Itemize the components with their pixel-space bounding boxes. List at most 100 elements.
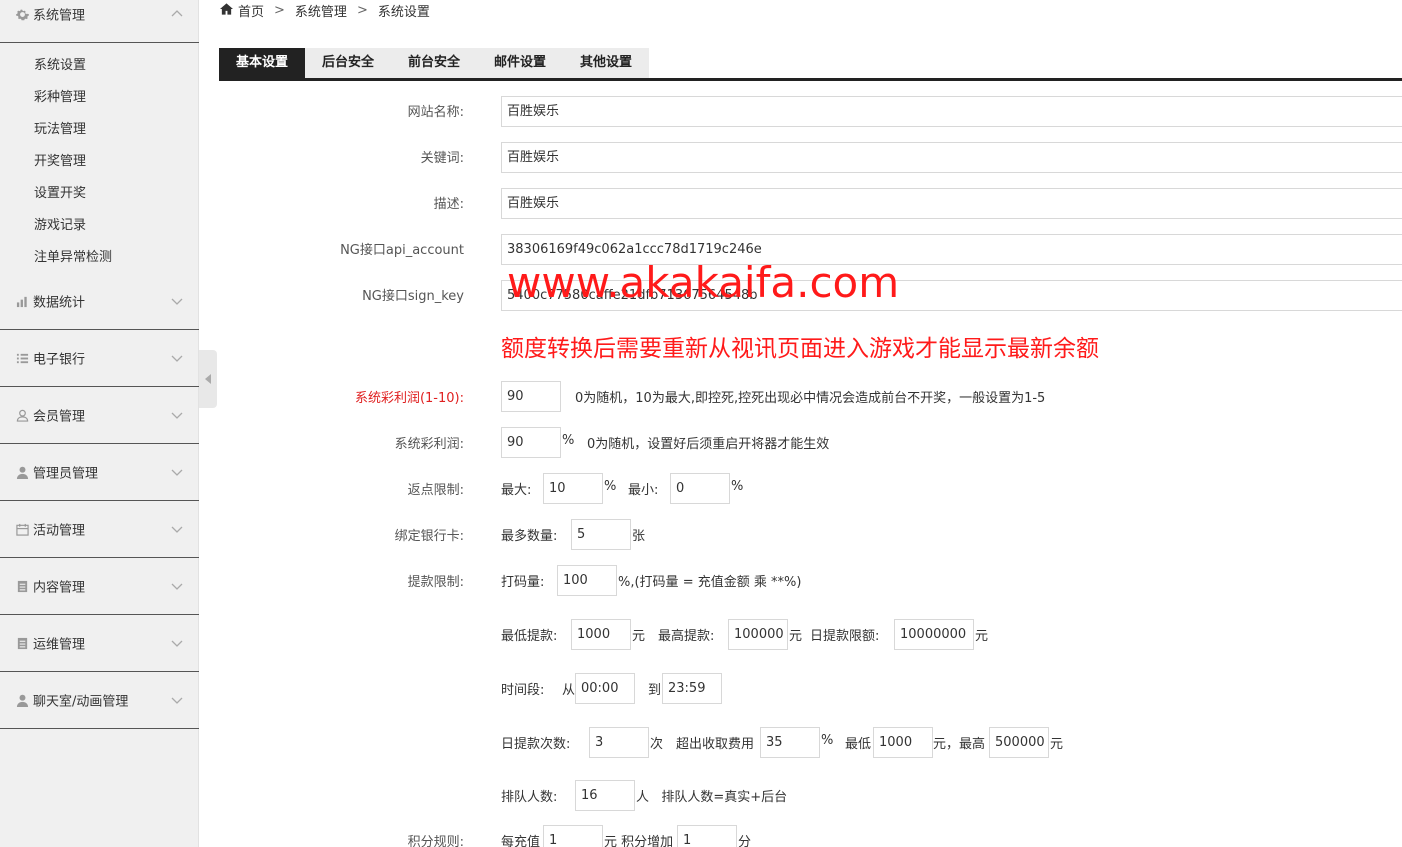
max-withdraw-label: 最高提款: bbox=[658, 629, 715, 644]
balance-notice: 额度转换后需要重新从视讯页面进入游戏才能显示最新余额 bbox=[501, 336, 1099, 362]
sidebar-item-bet-anomaly[interactable]: 注单异常检测 bbox=[34, 246, 112, 265]
user-icon bbox=[15, 465, 29, 479]
withdraw-label: 提款限制: bbox=[407, 575, 464, 590]
rebate-max-unit: % bbox=[604, 479, 617, 494]
rebate-min-label: 最小: bbox=[628, 483, 659, 498]
list-icon bbox=[15, 351, 29, 365]
queue-label: 排队人数: bbox=[501, 790, 558, 805]
sidebar-item-set-draw[interactable]: 设置开奖 bbox=[34, 182, 86, 201]
queue-input[interactable]: 16 bbox=[575, 780, 635, 811]
keywords-label: 关键词: bbox=[420, 151, 464, 166]
points-each-input[interactable]: 1 bbox=[543, 825, 603, 847]
sidebar-group-label: 系统管理 bbox=[33, 8, 86, 24]
sidebar-item-lottery-types[interactable]: 彩种管理 bbox=[34, 86, 86, 105]
min-withdraw-unit: 元 bbox=[632, 629, 646, 644]
profit-range-hint: 0为随机，10为最大,即控死,控死出现必中情况会造成前台不开奖，一般设置为1-5 bbox=[575, 391, 1046, 406]
fee-input[interactable]: 35 bbox=[760, 727, 820, 758]
tab-basic[interactable]: 基本设置 bbox=[219, 48, 305, 78]
points-unit: 分 bbox=[738, 835, 752, 847]
daily-limit-input[interactable]: 10000000 bbox=[894, 619, 974, 650]
chevron-down-icon bbox=[171, 352, 183, 364]
bet-input[interactable]: 100 bbox=[557, 565, 617, 596]
tab-other[interactable]: 其他设置 bbox=[563, 48, 649, 78]
sidebar-group-admins[interactable]: 管理员管理 bbox=[0, 444, 199, 501]
rebate-label: 返点限制: bbox=[407, 483, 464, 498]
caret-left-icon bbox=[205, 374, 211, 384]
chevron-down-icon bbox=[171, 409, 183, 421]
bet-label: 打码量: bbox=[501, 575, 545, 590]
daily-count-unit: 次 bbox=[650, 737, 664, 752]
user-icon bbox=[15, 693, 29, 707]
sidebar-group-label: 管理员管理 bbox=[33, 466, 99, 482]
breadcrumb-current: 系统设置 bbox=[377, 5, 430, 20]
profit-range-input[interactable]: 90 bbox=[501, 381, 561, 412]
daily-count-input[interactable]: 3 bbox=[589, 727, 649, 758]
sidebar-group-ebank[interactable]: 电子银行 bbox=[0, 330, 199, 387]
chevron-down-icon bbox=[171, 637, 183, 649]
description-input[interactable]: 百胜娱乐 bbox=[501, 188, 1402, 219]
tab-mail[interactable]: 邮件设置 bbox=[477, 48, 563, 78]
sidebar-collapse-toggle[interactable] bbox=[199, 350, 217, 408]
profit-hint: 0为随机，设置好后须重启开将器才能生效 bbox=[587, 437, 830, 452]
rebate-min-input[interactable]: 0 bbox=[670, 473, 730, 504]
daily-limit-label: 日提款限额: bbox=[810, 629, 880, 644]
min-withdraw-label: 最低提款: bbox=[501, 629, 558, 644]
fee-max-label: 元，最高 bbox=[933, 737, 986, 752]
sidebar-group-chatroom[interactable]: 聊天室/动画管理 bbox=[0, 672, 199, 729]
home-icon[interactable] bbox=[220, 2, 233, 19]
sidebar-item-draw-management[interactable]: 开奖管理 bbox=[34, 150, 86, 169]
keywords-input[interactable]: 百胜娱乐 bbox=[501, 142, 1402, 173]
bank-max-unit: 张 bbox=[632, 529, 646, 544]
sidebar-item-play-methods[interactable]: 玩法管理 bbox=[34, 118, 86, 137]
site-name-label: 网站名称: bbox=[407, 105, 464, 120]
sidebar-group-statistics[interactable]: 数据统计 bbox=[0, 273, 199, 330]
sidebar-group-label: 数据统计 bbox=[33, 295, 86, 311]
tab-backend-security[interactable]: 后台安全 bbox=[305, 48, 391, 78]
bet-hint: %,(打码量 = 充值金额 乘 **%) bbox=[618, 575, 802, 590]
tab-frontend-security[interactable]: 前台安全 bbox=[391, 48, 477, 78]
fee-min-label: 最低 bbox=[845, 737, 872, 752]
sidebar-group-operations[interactable]: 运维管理 bbox=[0, 615, 199, 672]
sidebar-group-activities[interactable]: 活动管理 bbox=[0, 501, 199, 558]
profit-label: 系统彩利润: bbox=[394, 437, 464, 452]
sidebar-item-system-settings[interactable]: 系统设置 bbox=[34, 54, 86, 73]
fee-label: 超出收取费用 bbox=[676, 737, 755, 752]
profit-range-label: 系统彩利润(1-10): bbox=[354, 391, 464, 406]
breadcrumb: 首页 > 系统管理 > 系统设置 bbox=[220, 1, 430, 20]
sidebar-group-members[interactable]: 会员管理 bbox=[0, 387, 199, 444]
breadcrumb-home[interactable]: 首页 bbox=[238, 1, 264, 20]
fee-min-input[interactable]: 1000 bbox=[873, 727, 933, 758]
profit-input[interactable]: 90 bbox=[501, 427, 561, 458]
time-from-label: 从 bbox=[562, 683, 576, 698]
time-from-input[interactable]: 00:00 bbox=[575, 673, 635, 704]
daily-count-label: 日提款次数: bbox=[501, 737, 571, 752]
bank-card-label: 绑定银行卡: bbox=[394, 529, 464, 544]
calendar-icon bbox=[15, 522, 29, 536]
sidebar-item-game-records[interactable]: 游戏记录 bbox=[34, 214, 86, 233]
rebate-max-label: 最大: bbox=[501, 483, 532, 498]
fee-unit: % bbox=[821, 733, 834, 748]
points-mid-label: 元 积分增加 bbox=[604, 835, 674, 847]
gear-icon bbox=[15, 7, 29, 21]
user-outline-icon bbox=[15, 408, 29, 422]
points-add-input[interactable]: 1 bbox=[677, 825, 737, 847]
max-withdraw-input[interactable]: 100000 bbox=[728, 619, 788, 650]
time-range-label: 时间段: bbox=[501, 683, 545, 698]
document-icon bbox=[15, 636, 29, 650]
breadcrumb-system[interactable]: 系统管理 bbox=[295, 1, 347, 20]
min-withdraw-input[interactable]: 1000 bbox=[571, 619, 631, 650]
daily-limit-unit: 元 bbox=[975, 629, 989, 644]
sidebar: 系统管理 系统设置 彩种管理 玩法管理 开奖管理 设置开奖 游戏记录 注单异常检… bbox=[0, 0, 199, 847]
bank-max-input[interactable]: 5 bbox=[571, 519, 631, 550]
points-label: 积分规则: bbox=[407, 835, 464, 847]
time-to-input[interactable]: 23:59 bbox=[662, 673, 722, 704]
rebate-max-input[interactable]: 10 bbox=[543, 473, 603, 504]
api-account-label: NG接口api_account bbox=[340, 243, 464, 258]
settings-tabs: 基本设置 后台安全 前台安全 邮件设置 其他设置 bbox=[219, 48, 1402, 81]
sidebar-group-content[interactable]: 内容管理 bbox=[0, 558, 199, 615]
site-name-input[interactable]: 百胜娱乐 bbox=[501, 96, 1402, 127]
points-each-label: 每充值 bbox=[501, 835, 541, 847]
sidebar-group-system[interactable]: 系统管理 bbox=[0, 0, 199, 43]
fee-max-input[interactable]: 500000 bbox=[989, 727, 1049, 758]
rebate-min-unit: % bbox=[731, 479, 744, 494]
